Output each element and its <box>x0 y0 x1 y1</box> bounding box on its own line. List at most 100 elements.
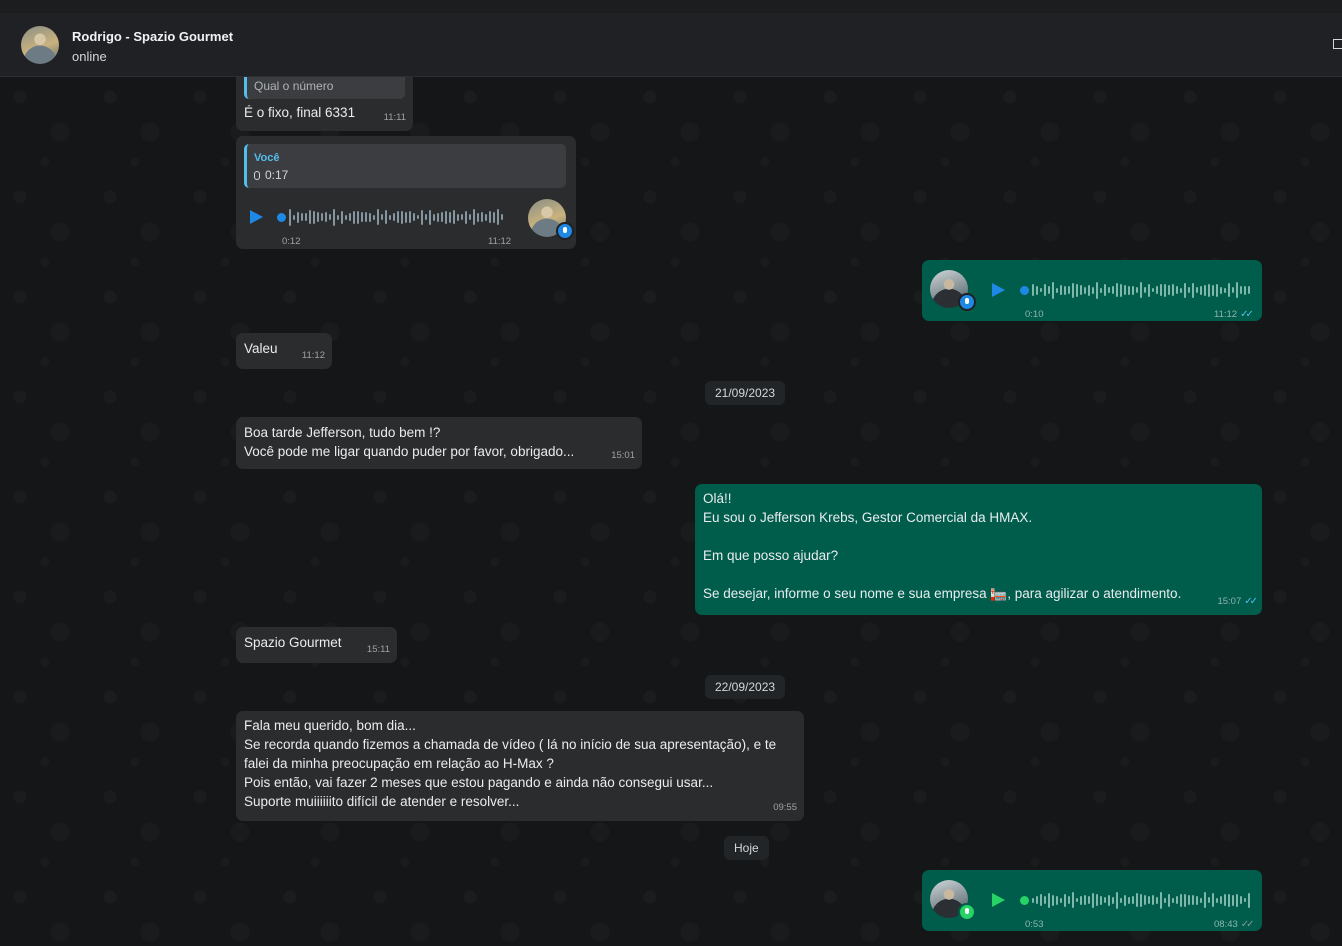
read-ticks-icon: ✓✓ <box>1240 919 1255 930</box>
waveform-bar <box>1140 282 1142 298</box>
waveform-bar <box>329 214 331 220</box>
audio-waveform[interactable] <box>1032 280 1252 300</box>
waveform-bar <box>457 213 459 221</box>
waveform-bar <box>1116 283 1118 297</box>
message-incoming[interactable]: Spazio Gourmet 15:11 <box>236 627 397 663</box>
message-incoming[interactable]: Valeu 11:12 <box>236 333 332 369</box>
waveform-bar <box>1088 896 1090 904</box>
waveform-bar <box>1220 286 1222 294</box>
quoted-message[interactable]: Você 0:17 <box>244 144 566 188</box>
waveform-bar <box>1240 896 1242 904</box>
mic-icon <box>958 903 976 921</box>
mic-icon <box>556 222 574 240</box>
message-time: 15:01 <box>611 450 635 461</box>
waveform-bar <box>325 212 327 222</box>
waveform-bar <box>1084 286 1086 294</box>
waveform-bar <box>1084 895 1086 905</box>
message-incoming[interactable]: Boa tarde Jefferson, tudo bem !? Você po… <box>236 417 642 469</box>
waveform-bar <box>1104 897 1106 903</box>
waveform-bar <box>313 210 315 224</box>
waveform-bar <box>1248 286 1250 294</box>
voice-message-incoming[interactable]: Você 0:17 0:12 11:12 <box>236 136 576 249</box>
waveform-bar <box>1040 288 1042 292</box>
waveform-bar <box>1060 285 1062 295</box>
waveform-bar <box>293 214 295 220</box>
waveform-bar <box>1124 285 1126 295</box>
waveform-bar <box>489 211 491 223</box>
message-time: 15:11 <box>366 644 390 655</box>
waveform-bar <box>357 210 359 224</box>
waveform-bar <box>337 214 339 220</box>
waveform-bar <box>1132 896 1134 904</box>
waveform-bar <box>453 210 455 224</box>
message-time: 11:12 ✓✓ <box>1214 305 1254 324</box>
voice-duration: 0:12 <box>282 236 301 247</box>
voice-message-outgoing[interactable]: 0:10 11:12 ✓✓ <box>922 260 1262 321</box>
waveform-bar <box>1212 893 1214 907</box>
waveform-bar <box>1224 287 1226 293</box>
audio-waveform[interactable] <box>289 207 507 227</box>
waveform-bar <box>349 213 351 221</box>
waveform-bar <box>1196 287 1198 293</box>
voice-duration: 0:53 <box>1025 919 1044 930</box>
waveform-bar <box>441 212 443 222</box>
chat-area[interactable]: Qual o número É o fixo, final 6331 11:11… <box>0 77 1342 946</box>
waveform-bar <box>1144 287 1146 293</box>
waveform-bar <box>309 210 311 224</box>
message-time: 15:07 ✓✓ <box>1217 592 1258 611</box>
message-text: Fala meu querido, bom dia... Se recorda … <box>244 718 777 809</box>
waveform-bar <box>365 212 367 222</box>
waveform-bar <box>1152 895 1154 905</box>
message-text: Olá!! Eu sou o Jefferson Krebs, Gestor C… <box>703 491 1182 601</box>
seek-handle[interactable] <box>1020 286 1029 295</box>
waveform-bar <box>393 213 395 221</box>
play-icon[interactable] <box>992 283 1005 297</box>
play-icon[interactable] <box>992 893 1005 907</box>
message-outgoing[interactable]: Olá!! Eu sou o Jefferson Krebs, Gestor C… <box>695 484 1262 615</box>
voice-message-outgoing[interactable]: 0:53 08:43 ✓✓ <box>922 870 1262 931</box>
waveform-bar <box>1056 895 1058 905</box>
waveform-bar <box>1184 893 1186 907</box>
waveform-bar <box>1036 285 1038 295</box>
message-incoming[interactable]: Qual o número É o fixo, final 6331 11:11 <box>236 77 413 131</box>
seek-handle[interactable] <box>1020 896 1029 905</box>
mic-icon <box>254 171 260 180</box>
waveform-bar <box>449 211 451 223</box>
waveform-bar <box>425 214 427 220</box>
waveform-bar <box>1136 287 1138 293</box>
waveform-bar <box>477 212 479 222</box>
contact-name[interactable]: Rodrigo - Spazio Gourmet <box>72 29 233 44</box>
waveform-bar <box>473 209 475 225</box>
message-incoming[interactable]: Fala meu querido, bom dia... Se recorda … <box>236 711 804 821</box>
waveform-bar <box>481 212 483 222</box>
seek-handle[interactable] <box>277 213 286 222</box>
waveform-bar <box>333 208 335 226</box>
waveform-bar <box>1032 284 1034 296</box>
waveform-bar <box>1232 894 1234 906</box>
voice-duration: 0:10 <box>1025 309 1044 320</box>
time-text: 15:07 <box>1217 596 1242 607</box>
audio-waveform[interactable] <box>1032 890 1252 910</box>
waveform-bar <box>1240 286 1242 294</box>
waveform-bar <box>369 212 371 222</box>
waveform-bar <box>417 215 419 219</box>
quoted-message[interactable]: Qual o número <box>244 77 405 99</box>
waveform-bar <box>1224 894 1226 906</box>
waveform-bar <box>1156 896 1158 904</box>
window-top-strip <box>0 0 1342 13</box>
play-icon[interactable] <box>250 210 263 224</box>
waveform-bar <box>1068 896 1070 904</box>
contact-avatar[interactable] <box>21 26 59 64</box>
waveform-bar <box>1116 891 1118 909</box>
waveform-bar <box>1148 896 1150 904</box>
read-ticks-icon: ✓✓ <box>1244 596 1258 607</box>
waveform-bar <box>1120 283 1122 297</box>
waveform-bar <box>1096 281 1098 299</box>
waveform-bar <box>1040 894 1042 906</box>
waveform-bar <box>1128 285 1130 295</box>
window-icon[interactable] <box>1333 39 1342 49</box>
chat-header[interactable]: Rodrigo - Spazio Gourmet online <box>0 13 1342 77</box>
waveform-bar <box>345 214 347 220</box>
waveform-bar <box>1128 896 1130 904</box>
waveform-bar <box>1080 895 1082 905</box>
